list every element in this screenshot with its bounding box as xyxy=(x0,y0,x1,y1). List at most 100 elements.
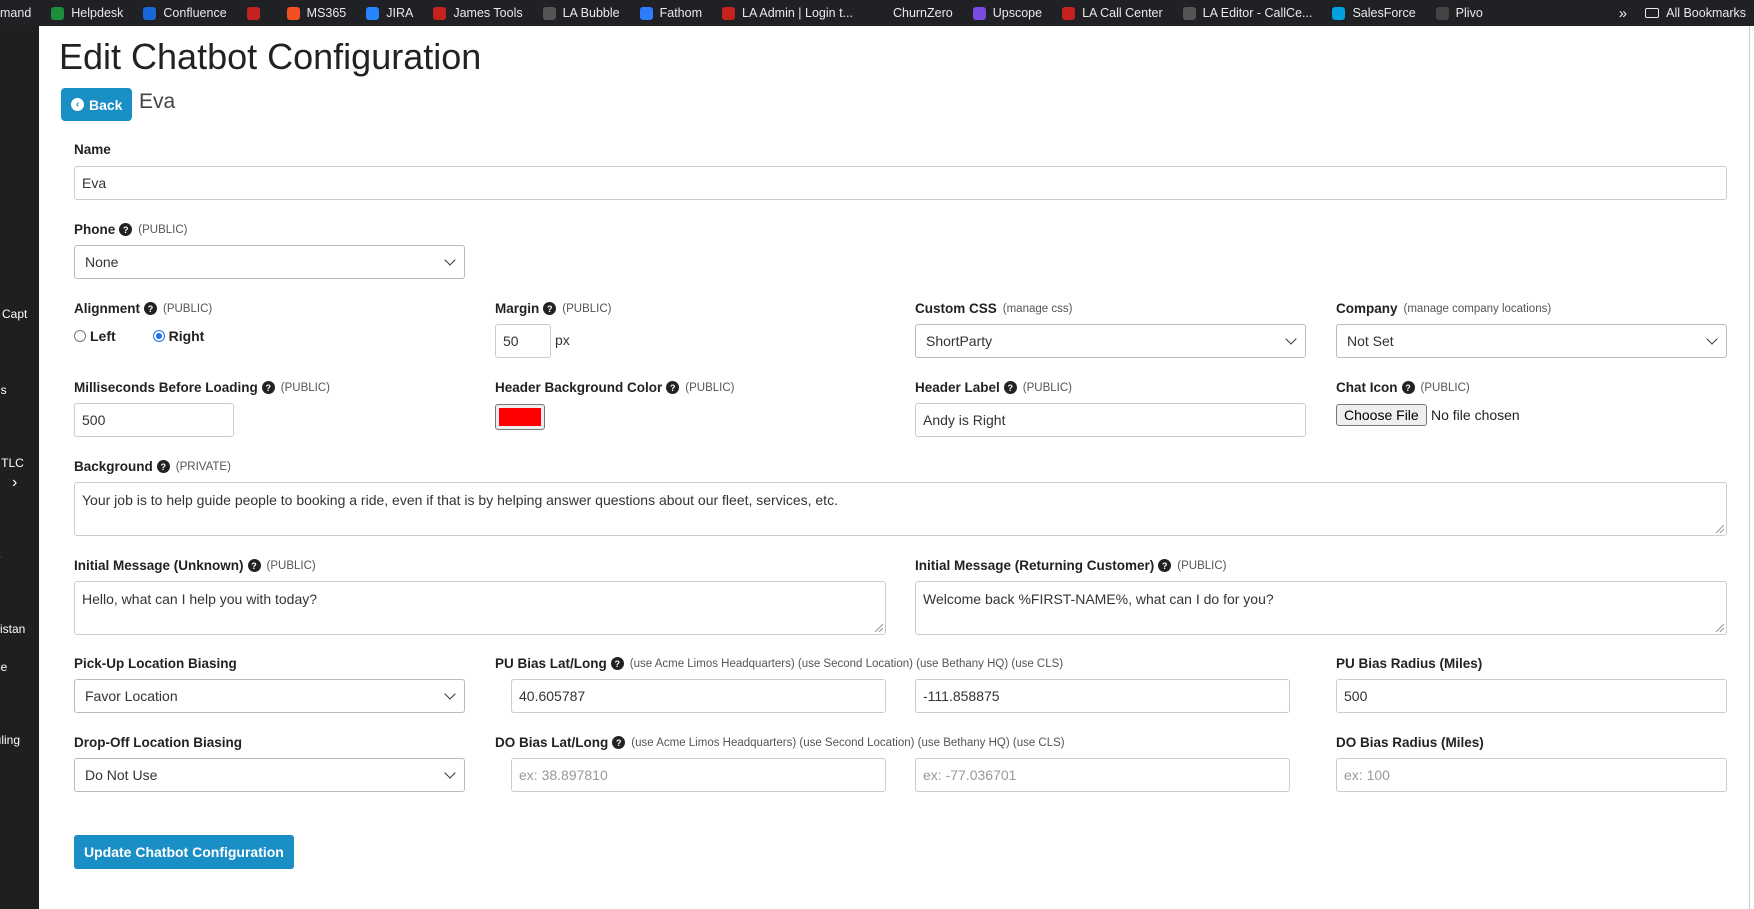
bookmark-item[interactable]: SalesForce xyxy=(1332,6,1416,20)
sidebar-item-label: rd Capt xyxy=(0,307,28,321)
ms-before-loading-input[interactable]: 500 xyxy=(74,403,234,437)
help-icon[interactable]: ? xyxy=(1401,381,1415,394)
sidebar-item[interactable]: duling xyxy=(0,733,39,747)
name-input[interactable]: Eva xyxy=(74,166,1727,200)
back-button[interactable]: ‹ Back xyxy=(61,88,133,121)
help-icon[interactable]: ? xyxy=(610,657,624,670)
chevron-down-icon xyxy=(444,767,456,779)
sidebar-item[interactable]: › xyxy=(0,474,39,492)
do-long-input[interactable]: ex: -77.036701 xyxy=(915,758,1290,792)
do-biasing-select[interactable]: Do Not Use xyxy=(74,758,465,792)
bookmark-favicon-icon xyxy=(1062,6,1076,20)
main-content: Edit Chatbot Configuration ‹ Back Eva Na… xyxy=(39,26,1754,909)
bookmark-label: James Tools xyxy=(453,6,523,20)
ms-before-loading-label: Milliseconds Before Loading? (PUBLIC) xyxy=(74,380,330,395)
pu-biasing-select[interactable]: Favor Location xyxy=(74,679,465,713)
bookmark-favicon-icon xyxy=(639,6,653,20)
back-button-label: Back xyxy=(89,96,123,113)
header-label-input[interactable]: Andy is Right xyxy=(915,403,1306,437)
chevron-left-circle-icon: ‹ xyxy=(71,98,84,111)
sidebar-item-label: g. TLC xyxy=(0,456,24,470)
bookmark-favicon-icon xyxy=(51,6,65,20)
alignment-left-radio[interactable] xyxy=(74,329,86,342)
bookmark-item[interactable]: LA Call Center xyxy=(1062,6,1163,20)
sidebar-item[interactable]: g. TLC xyxy=(0,456,39,470)
company-label: Company (manage company locations) xyxy=(1336,301,1552,316)
margin-unit: px xyxy=(555,332,570,348)
pu-latlong-label: PU Bias Lat/Long? (use Acme Limos Headqua… xyxy=(495,656,1064,671)
help-icon[interactable]: ? xyxy=(1158,559,1172,572)
resize-grip-icon[interactable] xyxy=(1716,624,1724,632)
sidebar-item[interactable]: rd Capt xyxy=(0,307,39,321)
bookmark-item[interactable]: LA Bubble xyxy=(542,6,620,20)
initial-unknown-textarea[interactable]: Hello, what can I help you with today? xyxy=(74,581,886,635)
bookmark-label: Fathom xyxy=(659,6,702,20)
sidebar-item[interactable]: tals xyxy=(0,383,39,397)
do-location-links[interactable]: (use Acme Limos Headquarters) (use Secon… xyxy=(631,737,1064,749)
sidebar-item[interactable]: us xyxy=(0,548,39,562)
bookmark-item[interactable]: Plivo xyxy=(1435,6,1483,20)
bookmark-item[interactable]: LA Editor - CallCe... xyxy=(1182,6,1312,20)
background-textarea[interactable]: Your job is to help guide people to book… xyxy=(74,482,1727,536)
bookmark-item[interactable] xyxy=(246,6,267,20)
alignment-label: Alignment? (PUBLIC) xyxy=(74,301,213,316)
help-icon[interactable]: ? xyxy=(543,302,557,315)
background-text: Your job is to help guide people to book… xyxy=(82,492,838,508)
header-bg-color-picker[interactable] xyxy=(495,404,545,430)
more-bookmarks-button[interactable]: » xyxy=(1619,5,1627,22)
alignment-right-radio[interactable] xyxy=(152,329,165,342)
sidebar-item[interactable]: nt xyxy=(0,122,39,136)
resize-grip-icon[interactable] xyxy=(875,624,883,632)
bookmark-favicon-icon xyxy=(143,6,157,20)
initial-returning-textarea[interactable]: Welcome back %FIRST-NAME%, what can I do… xyxy=(915,581,1727,635)
sidebar-item[interactable]: g xyxy=(0,510,39,524)
bookmark-item[interactable]: LA Admin | Login t... xyxy=(722,6,853,20)
help-icon[interactable]: ? xyxy=(261,381,275,394)
custom-css-select[interactable]: ShortParty xyxy=(915,324,1306,358)
do-radius-label: DO Bias Radius (Miles) xyxy=(1336,735,1484,750)
pu-long-input[interactable]: -111.858875 xyxy=(915,679,1290,713)
sidebar-item-label: tals xyxy=(0,383,7,397)
bookmark-item[interactable]: James Tools xyxy=(433,6,523,20)
pu-lat-input[interactable]: 40.605787 xyxy=(511,679,886,713)
phone-select[interactable]: None xyxy=(74,245,465,279)
bookmark-item[interactable]: ChurnZero xyxy=(872,6,953,20)
chevron-down-icon xyxy=(444,688,456,700)
resize-grip-icon[interactable] xyxy=(1716,525,1724,533)
bookmark-item[interactable]: MS365 xyxy=(286,6,346,20)
do-radius-input[interactable]: ex: 100 xyxy=(1336,758,1727,792)
help-icon[interactable]: ? xyxy=(144,302,157,315)
scrollbar-track[interactable] xyxy=(1749,26,1750,909)
do-lat-input[interactable]: ex: 38.897810 xyxy=(511,758,886,792)
bookmark-item[interactable]: Upscope xyxy=(972,6,1042,20)
choose-file-button[interactable]: Choose File xyxy=(1336,404,1427,426)
help-icon[interactable]: ? xyxy=(156,460,170,473)
bookmark-label: Helpdesk xyxy=(71,6,124,20)
company-select[interactable]: Not Set xyxy=(1336,324,1727,358)
phone-label: Phone? (PUBLIC) xyxy=(74,222,188,237)
bookmark-item[interactable]: mand xyxy=(0,6,31,20)
bookmark-item[interactable]: Fathom xyxy=(639,6,702,20)
do-latlong-label: DO Bias Lat/Long? (use Acme Limos Headqua… xyxy=(495,735,1065,750)
chat-icon-label: Chat Icon? (PUBLIC) xyxy=(1336,380,1470,395)
help-icon[interactable]: ? xyxy=(247,559,261,572)
pu-radius-input[interactable]: 500 xyxy=(1336,679,1727,713)
bookmark-item[interactable]: Confluence xyxy=(143,6,227,20)
help-icon[interactable]: ? xyxy=(612,736,626,749)
manage-css-link[interactable]: (manage css) xyxy=(1003,303,1073,315)
update-chatbot-button[interactable]: Update Chatbot Configuration xyxy=(74,835,294,869)
margin-input[interactable]: 50 xyxy=(495,324,551,358)
sidebar-item[interactable]: ssistan xyxy=(0,622,39,636)
pu-location-links[interactable]: (use Acme Limos Headquarters) (use Secon… xyxy=(630,658,1063,670)
help-icon[interactable]: ? xyxy=(119,223,133,236)
all-bookmarks-button[interactable]: All Bookmarks xyxy=(1666,6,1746,20)
bookmark-favicon-icon xyxy=(722,6,735,20)
help-icon[interactable]: ? xyxy=(666,381,680,394)
bookmark-item[interactable]: JIRA xyxy=(366,6,413,20)
help-icon[interactable]: ? xyxy=(1003,381,1017,394)
bot-name: Eva xyxy=(139,90,176,113)
bookmark-item[interactable]: Helpdesk xyxy=(51,6,123,20)
manage-company-locations-link[interactable]: (manage company locations) xyxy=(1404,303,1552,315)
sidebar-item[interactable]: nce xyxy=(0,660,39,674)
bookmark-label: SalesForce xyxy=(1352,6,1416,20)
